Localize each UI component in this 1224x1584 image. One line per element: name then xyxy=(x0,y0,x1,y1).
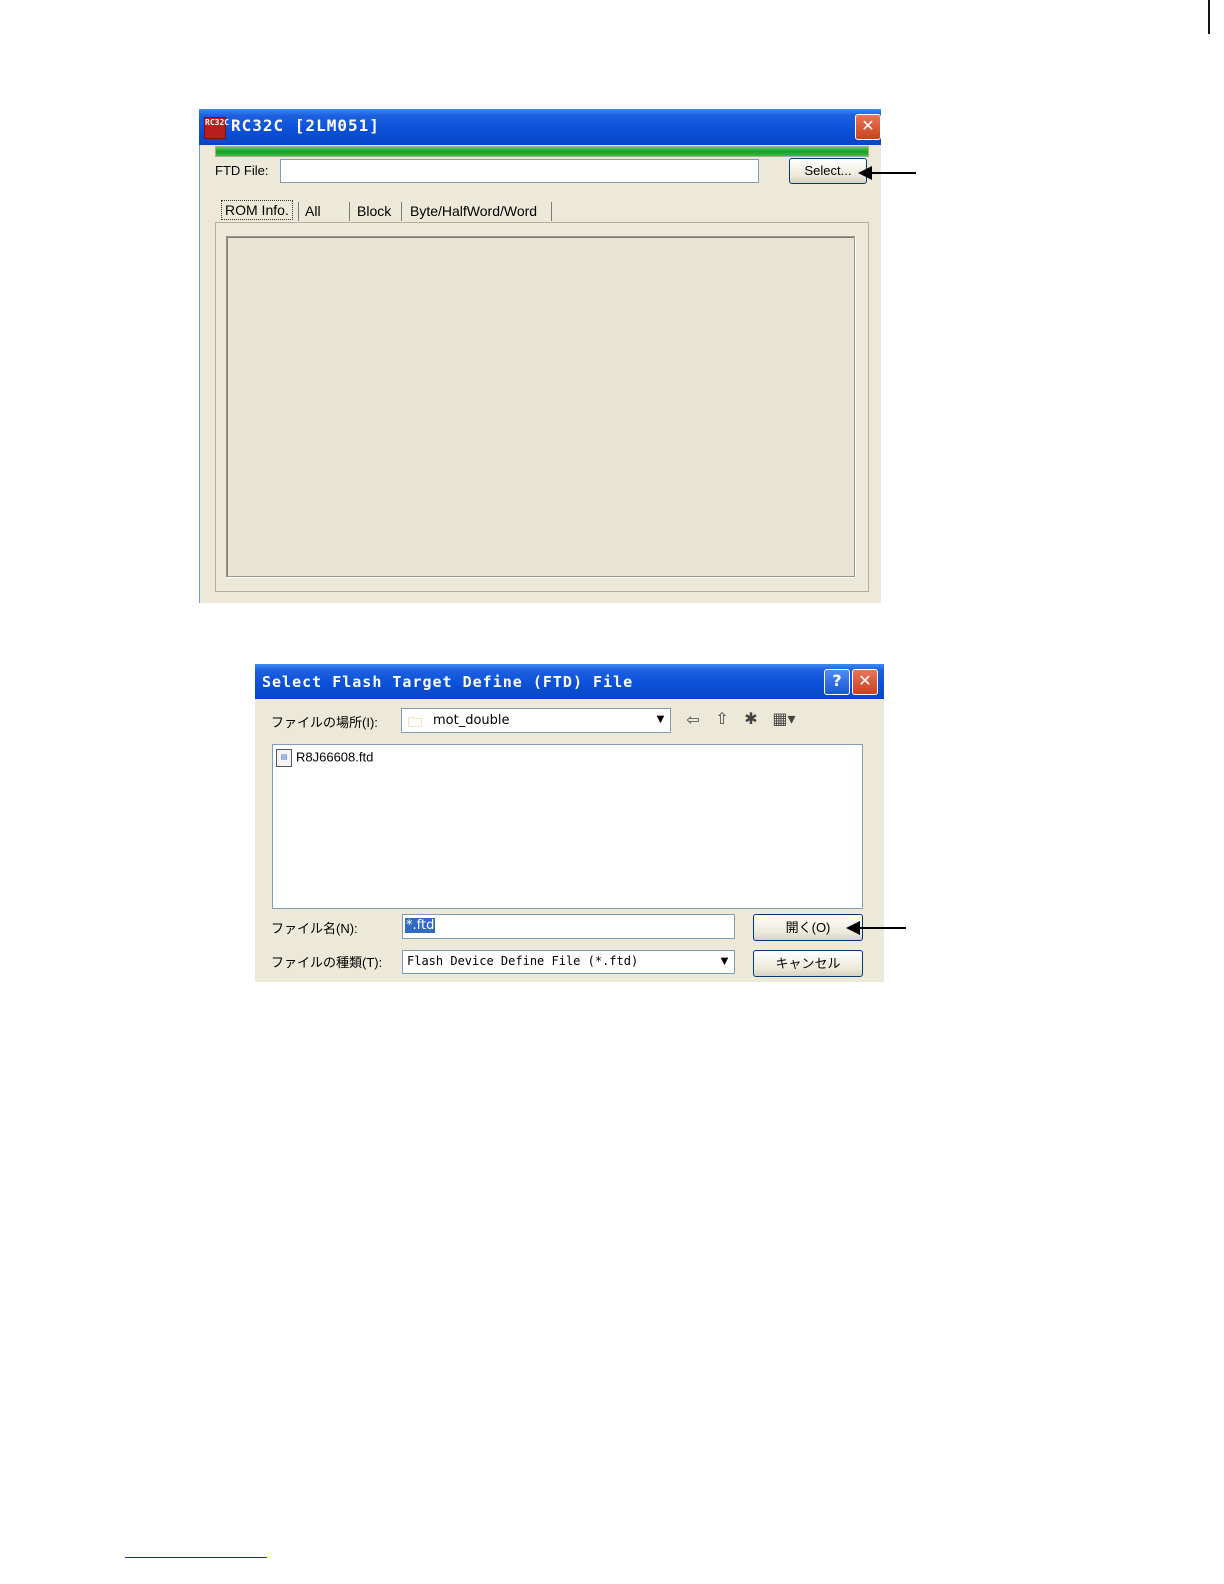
app-icon: RC32C xyxy=(204,117,229,139)
tab-separator xyxy=(349,202,350,221)
look-in-label: ファイルの場所(I): xyxy=(271,715,378,730)
progress-fill xyxy=(216,147,868,156)
folder-icon: 🗀 xyxy=(408,715,422,731)
tab-byte-halfword-word[interactable]: Byte/HalfWord/Word xyxy=(410,201,537,222)
filetype-label: ファイルの種類(T): xyxy=(271,955,383,970)
filename-value: *.ftd xyxy=(405,918,436,933)
ftd-file-input[interactable] xyxy=(280,159,759,183)
tab-separator xyxy=(551,202,552,221)
progress-bar xyxy=(215,146,869,157)
tab-rom-info[interactable]: ROM Info. xyxy=(221,200,293,220)
rom-info-content xyxy=(226,236,855,577)
dialog-titlebar[interactable]: Select Flash Target Define (FTD) File ? … xyxy=(255,664,884,699)
chevron-down-icon[interactable]: ▼ xyxy=(716,952,733,972)
tab-all[interactable]: All xyxy=(305,201,321,222)
filename-label: ファイル名(N): xyxy=(271,921,358,936)
rc32c-titlebar[interactable]: RC32C RC32C [2LM051] ✕ xyxy=(199,109,881,145)
cancel-button[interactable]: キャンセル xyxy=(753,950,863,977)
file-name: R8J66608.ftd xyxy=(296,749,374,765)
view-menu-icon[interactable]: ▦▾ xyxy=(769,710,799,728)
filetype-combo[interactable]: Flash Device Define File (*.ftd) ▼ xyxy=(402,950,735,974)
window-title: RC32C [2LM051] xyxy=(231,116,380,135)
file-list[interactable]: ▤ R8J66608.ftd xyxy=(272,744,863,909)
chevron-down-icon[interactable]: ▼ xyxy=(652,710,669,731)
look-in-combo[interactable]: 🗀 mot_double ▼ xyxy=(401,708,671,733)
rc32c-window: RC32C RC32C [2LM051] ✕ FTD File: Select.… xyxy=(199,109,881,603)
dialog-title: Select Flash Target Define (FTD) File xyxy=(262,673,634,691)
ftd-file-label: FTD File: xyxy=(215,163,269,178)
close-icon[interactable]: ✕ xyxy=(852,669,878,695)
footer-rule xyxy=(125,1557,267,1558)
close-icon[interactable]: ✕ xyxy=(855,114,881,140)
new-folder-icon[interactable]: ✱ xyxy=(740,710,762,728)
filetype-value: Flash Device Define File (*.ftd) xyxy=(407,954,639,968)
back-arrow-icon[interactable]: ⇦ xyxy=(683,711,703,729)
page-edge-rule xyxy=(1208,0,1210,34)
arrow-annotation xyxy=(858,166,916,180)
rom-info-panel xyxy=(215,222,869,592)
select-ftd-dialog: Select Flash Target Define (FTD) File ? … xyxy=(255,664,884,982)
list-item[interactable]: ▤ R8J66608.ftd xyxy=(276,749,373,767)
tab-block[interactable]: Block xyxy=(357,201,391,222)
up-folder-icon[interactable]: ⇧ xyxy=(711,710,733,728)
select-button[interactable]: Select... xyxy=(789,158,867,184)
look-in-value: mot_double xyxy=(433,713,510,728)
tab-separator xyxy=(401,202,402,221)
help-icon[interactable]: ? xyxy=(824,669,850,695)
ftd-file-icon: ▤ xyxy=(276,749,292,767)
filename-input[interactable]: *.ftd xyxy=(402,914,735,939)
tab-separator xyxy=(298,202,299,221)
arrow-annotation xyxy=(846,921,906,935)
